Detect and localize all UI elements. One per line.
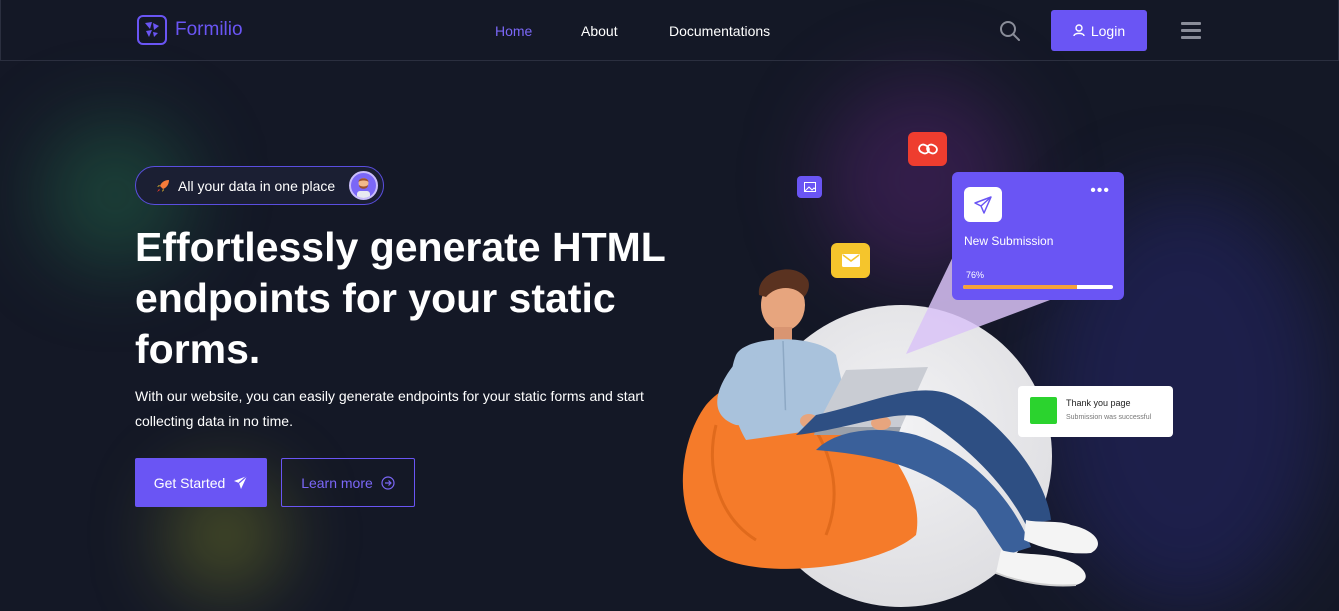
link-icon [908, 132, 947, 166]
login-button[interactable]: Login [1051, 10, 1147, 51]
hamburger-icon[interactable] [1181, 22, 1201, 40]
learn-more-label: Learn more [301, 474, 373, 491]
navbar: Formilio Home About Documentations Login [0, 0, 1339, 61]
learn-more-button[interactable]: Learn more [281, 458, 415, 507]
image-icon [797, 176, 822, 198]
nav-link-documentations[interactable]: Documentations [669, 23, 770, 39]
more-options-icon: ••• [1090, 182, 1110, 199]
nav-link-about[interactable]: About [581, 23, 618, 39]
arrow-right-circle-icon [381, 475, 395, 490]
hero-badge-text: All your data in one place [178, 177, 336, 194]
send-icon [964, 187, 1002, 222]
get-started-button[interactable]: Get Started [135, 458, 267, 507]
logo-icon [137, 15, 167, 45]
logo[interactable]: Formilio [137, 15, 243, 45]
logo-text: Formilio [175, 19, 243, 40]
hero-title: Effortlessly generate HTML endpoints for… [135, 224, 666, 372]
nav-link-home[interactable]: Home [495, 23, 532, 39]
login-label: Login [1090, 22, 1126, 39]
send-icon [234, 475, 248, 489]
user-icon [1073, 24, 1085, 37]
submission-title: New Submission [964, 234, 1054, 248]
search-icon[interactable] [999, 20, 1021, 42]
hero-badge: All your data in one place [135, 166, 384, 205]
hero-description: With our website, you can easily generat… [135, 388, 644, 429]
avatar [349, 171, 378, 200]
get-started-label: Get Started [153, 474, 226, 491]
person-with-laptop-illustration [682, 269, 1099, 587]
rocket-icon [157, 179, 169, 192]
